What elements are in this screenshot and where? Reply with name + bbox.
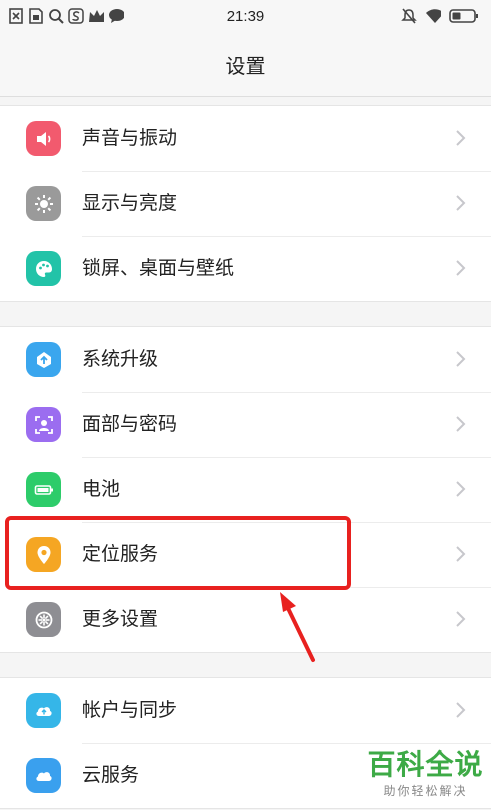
settings-item-label: 电池 [82,478,121,500]
settings-item-label: 系统升级 [82,348,159,370]
settings-item-face-password[interactable]: 面部与密码 [0,392,491,457]
status-right-icons [401,8,479,24]
gear-icon [26,602,61,637]
settings-item-lockscreen-wallpaper[interactable]: 锁屏、桌面与壁纸 [0,236,491,301]
watermark-logo: 百科全说 助你轻松解决 [362,745,489,808]
cloud-sync-icon [26,693,61,728]
settings-item-battery[interactable]: 电池 [0,457,491,522]
chevron-right-icon [456,481,466,497]
watermark-sub-text: 助你轻松解决 [383,784,468,798]
wifi-icon [425,8,441,24]
chevron-right-icon [456,195,466,211]
settings-item-sound-vibration[interactable]: 声音与振动 [0,106,491,171]
battery-icon [26,472,61,507]
settings-item-label: 声音与振动 [82,127,178,149]
chevron-right-icon [456,260,466,276]
title-divider [0,96,491,97]
settings-item-label: 显示与亮度 [82,192,178,214]
battery-icon [449,8,479,24]
settings-item-account-sync[interactable]: 帐户与同步 [0,678,491,743]
settings-item-label: 云服务 [82,764,140,786]
upgrade-icon [26,342,61,377]
sun-icon [26,186,61,221]
settings-item-system-upgrade[interactable]: 系统升级 [0,327,491,392]
cloud-icon [26,758,61,793]
settings-item-label: 面部与密码 [82,413,178,435]
highlight-box [5,516,351,590]
settings-group-2: 系统升级 面部与密码 电池 定位服务 更多设置 [0,326,491,653]
chevron-right-icon [456,130,466,146]
page-title: 设置 [225,54,266,78]
chevron-right-icon [456,611,466,627]
settings-group-1: 声音与振动 显示与亮度 锁屏、桌面与壁纸 [0,105,491,302]
chevron-right-icon [456,416,466,432]
settings-item-more-settings[interactable]: 更多设置 [0,587,491,652]
settings-item-display-brightness[interactable]: 显示与亮度 [0,171,491,236]
mute-icon [401,8,417,24]
settings-item-label: 帐户与同步 [82,699,178,721]
face-id-icon [26,407,61,442]
speaker-icon [26,121,61,156]
chevron-right-icon [456,702,466,718]
status-bar: 21:39 [0,0,491,36]
settings-item-label: 锁屏、桌面与壁纸 [82,257,235,279]
chevron-right-icon [456,351,466,367]
palette-icon [26,251,61,286]
settings-item-label: 更多设置 [82,608,159,630]
watermark-main-text: 百科全说 [367,748,484,781]
title-bar: 设置 [0,36,491,96]
chevron-right-icon [456,546,466,562]
